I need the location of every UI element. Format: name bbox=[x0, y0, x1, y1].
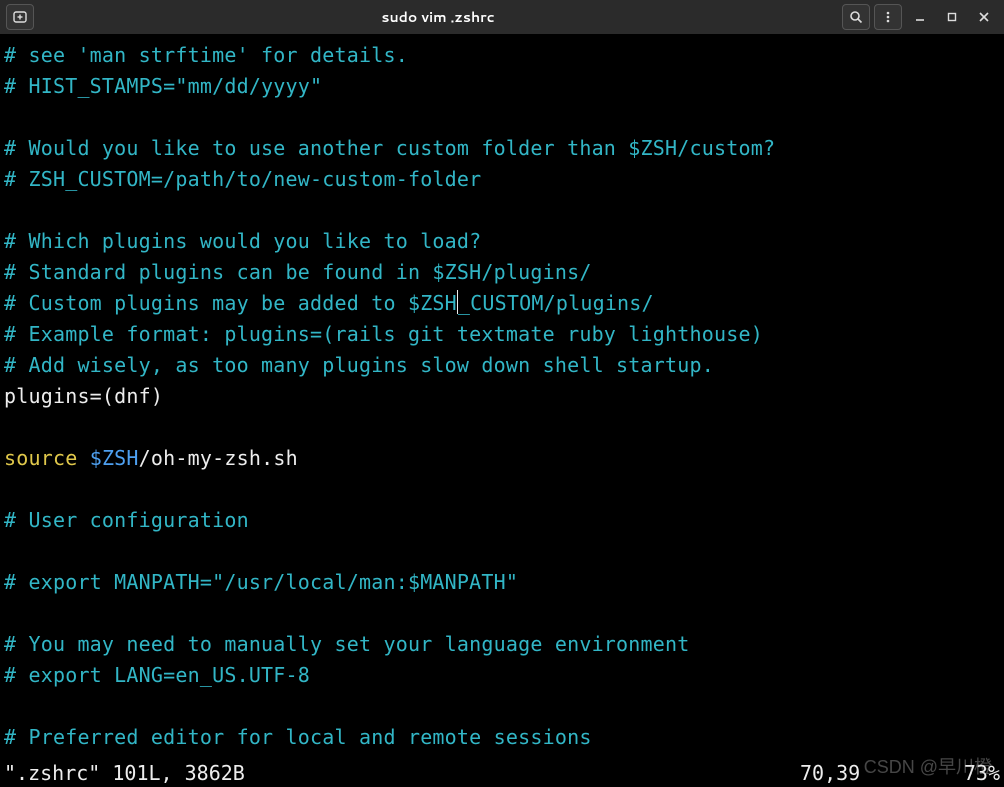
terminal-viewport[interactable]: # see 'man strftime' for details.# HIST_… bbox=[0, 34, 1004, 787]
editor-line bbox=[4, 412, 1000, 443]
editor-line: # ZSH_CUSTOM=/path/to/new-custom-folder bbox=[4, 164, 1000, 195]
menu-icon bbox=[881, 10, 895, 24]
editor-line bbox=[4, 598, 1000, 629]
editor-line: # Custom plugins may be added to $ZSH_CU… bbox=[4, 288, 1000, 319]
editor-line: # export MANPATH="/usr/local/man:$MANPAT… bbox=[4, 567, 1000, 598]
editor-line: # see 'man strftime' for details. bbox=[4, 40, 1000, 71]
search-button[interactable] bbox=[842, 4, 870, 30]
editor-line: source $ZSH/oh-my-zsh.sh bbox=[4, 443, 1000, 474]
editor-line bbox=[4, 474, 1000, 505]
close-icon bbox=[978, 11, 990, 23]
editor-line: # Example format: plugins=(rails git tex… bbox=[4, 319, 1000, 350]
maximize-button[interactable] bbox=[938, 4, 966, 30]
editor-line: # Which plugins would you like to load? bbox=[4, 226, 1000, 257]
editor-line bbox=[4, 691, 1000, 722]
editor-line: # User configuration bbox=[4, 505, 1000, 536]
vim-status-bar: ".zshrc" 101L, 3862B 70,39 73% bbox=[0, 761, 1004, 787]
status-cursor-pos: 70,39 bbox=[800, 761, 940, 785]
minimize-button[interactable] bbox=[906, 4, 934, 30]
editor-line bbox=[4, 536, 1000, 567]
menu-button[interactable] bbox=[874, 4, 902, 30]
titlebar: sudo vim .zshrc bbox=[0, 0, 1004, 34]
editor-line bbox=[4, 102, 1000, 133]
editor-line: # Standard plugins can be found in $ZSH/… bbox=[4, 257, 1000, 288]
new-tab-icon bbox=[13, 10, 27, 24]
window-title: sudo vim .zshrc bbox=[34, 7, 842, 27]
editor-line: # HIST_STAMPS="mm/dd/yyyy" bbox=[4, 71, 1000, 102]
editor-line: # Would you like to use another custom f… bbox=[4, 133, 1000, 164]
editor-line: # Add wisely, as too many plugins slow d… bbox=[4, 350, 1000, 381]
new-tab-button[interactable] bbox=[6, 4, 34, 30]
editor-line: plugins=(dnf) bbox=[4, 381, 1000, 412]
maximize-icon bbox=[946, 11, 958, 23]
editor-line: # export LANG=en_US.UTF-8 bbox=[4, 660, 1000, 691]
close-button[interactable] bbox=[970, 4, 998, 30]
editor-line: # You may need to manually set your lang… bbox=[4, 629, 1000, 660]
status-scroll-pct: 73% bbox=[940, 761, 1000, 785]
editor-line bbox=[4, 195, 1000, 226]
status-file-info: ".zshrc" 101L, 3862B bbox=[4, 761, 800, 785]
search-icon bbox=[849, 10, 863, 24]
minimize-icon bbox=[914, 11, 926, 23]
editor-line: # Preferred editor for local and remote … bbox=[4, 722, 1000, 753]
